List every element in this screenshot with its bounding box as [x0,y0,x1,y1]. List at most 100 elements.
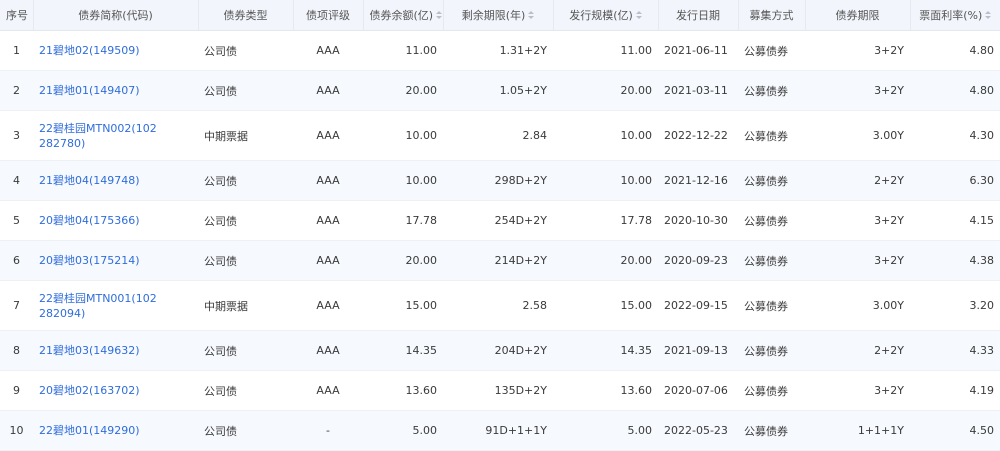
bond-name-link[interactable]: 20碧地04(175366) [39,214,140,227]
cell-rating: AAA [316,214,340,227]
bond-name-link[interactable]: 20碧地02(163702) [39,384,140,397]
table-row: 10 22碧地01(149290) 公司债 - 5.00 91D+1+1Y 5.00 2022… [0,410,1000,451]
table-row: 4 21碧地04(149748) 公司债 AAA 10.00 298D+2Y 10.00 20… [0,160,1000,201]
cell-term: 3+2Y [874,214,904,227]
cell-method: 公募债券 [738,280,805,331]
cell-type: 公司债 [204,254,237,268]
table-header: 序号 债券简称(代码) 债券类型 债项评级 债券余额(亿) 剩余期限(年) 发行… [0,0,1000,31]
cell-type: 公司债 [198,370,293,411]
sort-icon[interactable] [985,11,992,19]
cell-type: 公司债 [204,424,237,438]
cell-remaining: 2.58 [443,280,553,331]
cell-issue-size: 13.60 [553,370,658,411]
cell-method: 公募债券 [738,330,805,371]
cell-name: 21碧地02(149509) [33,30,198,71]
cell-coupon: 6.30 [969,174,995,187]
cell-name: 20碧地04(175366) [33,200,198,241]
bond-name-link[interactable]: 22碧桂园MTN002(102282780) [39,121,159,151]
cell-type: 公司债 [198,160,293,201]
cell-seq: 7 [13,299,20,312]
col-rating-label: 债项评级 [306,9,350,22]
col-term-label: 债券期限 [835,9,880,22]
cell-method: 公募债券 [744,174,788,188]
cell-issue-date: 2020-09-23 [664,254,728,267]
cell-coupon: 6.30 [910,160,1000,201]
sort-icon[interactable] [436,11,443,19]
cell-issue-size: 11.00 [553,30,658,71]
cell-method: 公募债券 [744,129,788,143]
cell-coupon: 4.80 [910,30,1000,71]
col-coupon[interactable]: 票面利率(%) [910,0,1000,31]
cell-method: 公募债券 [738,70,805,111]
cell-issue-size: 20.00 [553,70,658,111]
cell-name: 21碧地04(149748) [33,160,198,201]
bond-name-link[interactable]: 21碧地02(149509) [39,44,140,57]
cell-coupon: 4.33 [910,330,1000,371]
table-row: 1 21碧地02(149509) 公司债 AAA 11.00 1.31+2Y 11.00 20… [0,30,1000,71]
cell-issue-size: 17.78 [553,200,658,241]
cell-name: 21碧地01(149407) [33,70,198,111]
sort-icon[interactable] [528,11,535,19]
cell-issue-size: 13.60 [620,384,653,397]
cell-coupon: 4.50 [910,410,1000,451]
cell-name: 22碧地01(149290) [33,410,198,451]
col-issue-size[interactable]: 发行规模(亿) [553,0,659,31]
col-remaining[interactable]: 剩余期限(年) [443,0,554,31]
cell-remaining: 2.84 [522,129,548,142]
cell-issue-date: 2022-12-22 [664,129,728,142]
cell-method: 公募债券 [738,110,805,161]
cell-issue-size: 17.78 [620,214,653,227]
cell-remaining: 1.05+2Y [499,84,547,97]
col-balance[interactable]: 债券余额(亿) [363,0,444,31]
cell-issue-size: 10.00 [620,174,653,187]
bond-name-link[interactable]: 20碧地03(175214) [39,254,140,267]
cell-rating: AAA [316,384,340,397]
cell-name: 21碧地03(149632) [33,330,198,371]
cell-seq: 1 [0,30,33,71]
cell-rating: AAA [293,280,363,331]
cell-type: 公司债 [198,70,293,111]
bond-name-link[interactable]: 21碧地03(149632) [39,344,140,357]
cell-issue-size: 10.00 [553,110,658,161]
col-name-label: 债券简称(代码) [78,9,153,22]
col-name: 债券简称(代码) [33,0,199,31]
cell-rating: AAA [293,70,363,111]
cell-type: 公司债 [198,200,293,241]
cell-type: 公司债 [204,384,237,398]
cell-term: 3.00Y [805,280,910,331]
table-row: 6 20碧地03(175214) 公司债 AAA 20.00 214D+2Y 20.00 20… [0,240,1000,281]
cell-issue-size: 5.00 [627,424,653,437]
cell-issue-size: 14.35 [620,344,653,357]
bond-name-link[interactable]: 22碧地01(149290) [39,424,140,437]
bond-name-link[interactable]: 22碧桂园MTN001(102282094) [39,291,159,321]
cell-remaining: 298D+2Y [443,160,553,201]
cell-issue-date: 2021-03-11 [658,70,738,111]
cell-issue-date: 2021-09-13 [658,330,738,371]
cell-rating: AAA [316,44,340,57]
bond-name-link[interactable]: 21碧地04(149748) [39,174,140,187]
sort-icon[interactable] [635,11,642,19]
cell-remaining: 1.05+2Y [443,70,553,111]
col-issue-size-label: 发行规模(亿) [569,9,633,22]
cell-issue-size: 15.00 [620,299,653,312]
cell-issue-date: 2022-09-15 [658,280,738,331]
cell-method: 公募债券 [744,214,788,228]
cell-balance: 20.00 [405,84,438,97]
cell-coupon: 4.15 [910,200,1000,241]
col-issue-date-label: 发行日期 [676,9,720,22]
table-row: 2 21碧地01(149407) 公司债 AAA 20.00 1.05+2Y 20.00 20… [0,70,1000,111]
cell-issue-date: 2021-06-11 [658,30,738,71]
cell-rating: AAA [316,174,340,187]
table-row: 8 21碧地03(149632) 公司债 AAA 14.35 204D+2Y 14.35 20… [0,330,1000,371]
cell-remaining: 204D+2Y [443,330,553,371]
cell-name: 22碧桂园MTN001(102282094) [33,280,198,331]
cell-issue-date: 2021-09-13 [664,344,728,357]
cell-term: 3+2Y [874,254,904,267]
col-rating: 债项评级 [293,0,364,31]
cell-term: 3+2Y [805,240,910,281]
bond-name-link[interactable]: 21碧地01(149407) [39,84,140,97]
cell-method: 公募债券 [738,370,805,411]
cell-rating: AAA [316,84,340,97]
col-method-label: 募集方式 [749,9,794,22]
cell-seq: 8 [13,344,20,357]
